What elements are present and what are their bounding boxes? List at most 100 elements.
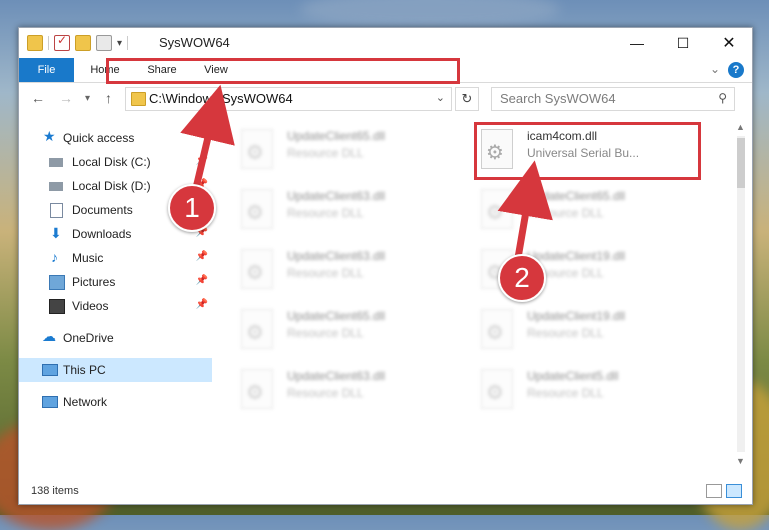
file-item[interactable]: UpdateClient63.dll Resource DLL <box>219 186 449 236</box>
file-type: Resource DLL <box>527 206 604 220</box>
tab-file[interactable]: File <box>19 58 74 82</box>
maximize-button[interactable]: ☐ <box>660 28 706 58</box>
file-name: UpdateClient65.dll <box>527 189 626 203</box>
file-name: UpdateClient65.dll <box>287 309 386 323</box>
drive-icon <box>49 158 63 167</box>
view-switcher <box>706 484 742 498</box>
pin-icon[interactable]: 📌 <box>196 155 208 166</box>
sidebar-item-local-disk-c[interactable]: Local Disk (C:) 📌 <box>19 150 212 174</box>
sidebar-item-label: Downloads <box>72 227 132 241</box>
file-item[interactable]: UpdateClient65.dll Resource DLL <box>219 306 449 356</box>
file-item[interactable]: UpdateClient5.dll Resource DLL <box>459 366 689 416</box>
back-arrow-icon[interactable]: ← <box>31 90 45 106</box>
quick-access-toolbar: ▾ <box>27 33 129 51</box>
sidebar-item-label: Pictures <box>72 275 116 289</box>
help-icon[interactable]: ? <box>728 62 744 78</box>
drive-icon <box>49 182 63 191</box>
folder-icon <box>131 92 146 106</box>
file-type: Resource DLL <box>287 386 364 400</box>
file-type: Resource DLL <box>287 326 364 340</box>
toolbar-divider <box>127 36 129 50</box>
file-item[interactable]: UpdateClient65.dll Resource DLL <box>219 126 449 176</box>
dll-file-icon <box>481 309 513 349</box>
vertical-scrollbar[interactable]: ▲ ▼ <box>734 122 748 466</box>
file-name: UpdateClient65.dll <box>287 129 386 143</box>
title-bar: ▾ SysWOW64 — ☐ ✕ <box>19 28 752 58</box>
scroll-thumb[interactable] <box>737 138 745 188</box>
properties-check-icon[interactable] <box>54 33 70 51</box>
dll-file-icon <box>241 369 273 409</box>
tiles-view-icon[interactable] <box>726 484 742 498</box>
details-view-icon[interactable] <box>706 484 722 498</box>
file-type: Resource DLL <box>287 266 364 280</box>
chevron-down-icon[interactable]: ⌄ <box>436 91 445 104</box>
music-icon: ♪ <box>51 249 58 265</box>
file-item[interactable]: UpdateClient65.dll Resource DLL <box>459 186 689 236</box>
highlight-icam4com-file <box>474 122 701 180</box>
expand-ribbon-icon[interactable]: ⌄ <box>710 62 720 76</box>
pin-icon[interactable]: 📌 <box>196 251 208 262</box>
download-icon: ⬇ <box>50 225 62 241</box>
search-placeholder: Search SysWOW64 <box>500 91 616 106</box>
sidebar-item-pictures[interactable]: Pictures 📌 <box>19 270 212 294</box>
up-arrow-icon[interactable]: ↑ <box>105 90 112 106</box>
sidebar-item-label: Quick access <box>63 131 135 145</box>
sidebar-item-this-pc[interactable]: This PC <box>19 358 212 382</box>
sidebar-item-label: Local Disk (C:) <box>72 155 151 169</box>
file-item[interactable]: UpdateClient19.dll Resource DLL <box>459 246 689 296</box>
dll-file-icon <box>241 129 273 169</box>
navigation-bar: ← → ▾ ↑ C:\Windows\SysWOW64 ⌄ ↻ Search S… <box>19 83 752 115</box>
file-type: Resource DLL <box>527 386 604 400</box>
file-type: Resource DLL <box>287 146 364 160</box>
search-input[interactable]: Search SysWOW64 ⚲ <box>491 87 735 111</box>
sidebar-item-label: This PC <box>63 363 106 377</box>
step-marker-2: 2 <box>498 254 546 302</box>
dll-file-icon <box>481 189 513 229</box>
sidebar-item-label: OneDrive <box>63 331 114 345</box>
highlight-address-bar <box>106 58 460 84</box>
scroll-up-icon[interactable]: ▲ <box>736 122 745 132</box>
toolbar-divider <box>48 36 49 50</box>
customize-toolbar-icon[interactable] <box>96 35 112 51</box>
refresh-icon[interactable]: ↻ <box>455 87 479 111</box>
status-bar: 138 items <box>19 476 752 504</box>
video-icon <box>49 299 65 314</box>
sidebar-item-videos[interactable]: Videos 📌 <box>19 294 212 318</box>
sidebar-item-quick-access[interactable]: ★ Quick access <box>19 126 212 150</box>
address-bar[interactable]: C:\Windows\SysWOW64 ⌄ <box>125 87 452 111</box>
address-path: C:\Windows\SysWOW64 <box>149 91 293 106</box>
star-icon: ★ <box>43 128 56 144</box>
dll-file-icon <box>241 189 273 229</box>
recent-locations-chevron-icon[interactable]: ▾ <box>85 93 90 104</box>
document-icon <box>50 203 63 218</box>
file-name: UpdateClient63.dll <box>287 369 386 383</box>
dll-file-icon <box>481 369 513 409</box>
close-button[interactable]: ✕ <box>706 28 752 58</box>
item-count: 138 items <box>31 485 79 497</box>
sidebar-item-label: Music <box>72 251 104 265</box>
chevron-down-icon[interactable]: ▾ <box>117 38 122 49</box>
sidebar-item-network[interactable]: Network <box>19 390 212 414</box>
network-icon <box>42 396 58 408</box>
sidebar-item-label: Documents <box>72 203 133 217</box>
file-name: UpdateClient19.dll <box>527 309 626 323</box>
forward-arrow-icon[interactable]: → <box>59 90 73 106</box>
background-blob <box>300 0 560 30</box>
dll-file-icon <box>241 249 273 289</box>
sidebar-item-onedrive[interactable]: ☁ OneDrive <box>19 326 212 350</box>
computer-icon <box>42 364 58 376</box>
sidebar-item-label: Videos <box>72 299 109 313</box>
minimize-button[interactable]: — <box>614 28 660 58</box>
file-name: UpdateClient5.dll <box>527 369 619 383</box>
search-icon: ⚲ <box>718 91 727 105</box>
pin-icon[interactable]: 📌 <box>196 299 208 310</box>
pin-icon[interactable]: 📌 <box>196 275 208 286</box>
file-item[interactable]: UpdateClient63.dll Resource DLL <box>219 246 449 296</box>
scroll-down-icon[interactable]: ▼ <box>736 456 745 466</box>
file-item[interactable]: UpdateClient19.dll Resource DLL <box>459 306 689 356</box>
file-item[interactable]: UpdateClient63.dll Resource DLL <box>219 366 449 416</box>
folder-icon[interactable] <box>27 35 43 51</box>
new-folder-icon[interactable] <box>75 35 91 51</box>
file-type: Resource DLL <box>527 326 604 340</box>
sidebar-item-music[interactable]: ♪ Music 📌 <box>19 246 212 270</box>
